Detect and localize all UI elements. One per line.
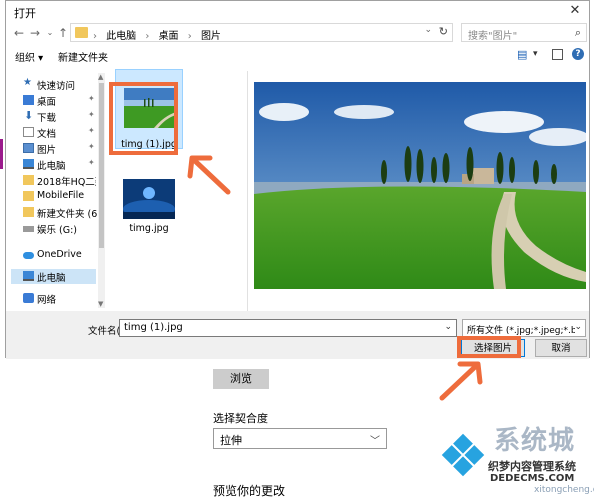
refresh-icon[interactable]: ↻ (439, 25, 448, 38)
sidebar-item-downloads[interactable]: ⬇ 下载 ✦ (11, 109, 96, 124)
breadcrumb-item[interactable]: 桌面 (159, 31, 179, 42)
view-icon[interactable]: ▤ (517, 48, 527, 61)
sidebar-item-onedrive[interactable]: OneDrive (11, 248, 96, 263)
document-icon (23, 127, 34, 137)
dialog-toolbar: 组织 ▾ 新建文件夹 ▤ ▾ ? (6, 46, 589, 66)
watermark-line: DEDECMS.COM (490, 473, 575, 484)
annotation-arrow (439, 361, 483, 401)
sidebar-item-folder[interactable]: 2018年HQ二建 (11, 173, 96, 188)
annotation-arrow (187, 155, 231, 195)
desktop-icon (23, 95, 34, 105)
sidebar-scrollbar[interactable]: ▲ ▼ (98, 73, 105, 308)
pin-icon: ✦ (88, 94, 95, 103)
address-bar[interactable]: › 此电脑 › 桌面 › 图片 ⌄ ↻ (70, 23, 453, 42)
preview-image (254, 82, 586, 289)
preview-pane (250, 74, 588, 310)
recent-chevron-icon[interactable]: ⌄ (43, 25, 57, 41)
onedrive-icon (23, 252, 34, 259)
dialog-titlebar: 打开 ✕ (6, 1, 589, 22)
chevron-down-icon: ⌄ (574, 322, 582, 332)
back-arrow-icon[interactable]: ← (12, 25, 26, 41)
chevron-down-icon[interactable]: ⌄ (444, 322, 452, 332)
filetype-value: 所有文件 (*.jpg;*.jpeg;*.bmp;*. (467, 326, 575, 336)
file-highlight-box (109, 82, 178, 155)
pin-icon: ✦ (88, 110, 95, 119)
scroll-down-icon[interactable]: ▼ (98, 300, 103, 308)
chevron-down-icon[interactable]: ⌄ (424, 25, 432, 35)
navigation-pane: ★ 快速访问 桌面 ✦ ⬇ 下载 ✦ 文档 ✦ 图片 ✦ 此电脑 ✦ 2018年… (11, 73, 104, 308)
fit-label: 选择契合度 (213, 412, 268, 425)
search-placeholder: 搜索"图片" (468, 31, 518, 42)
sidebar-item-this-pc-quick[interactable]: 此电脑 ✦ (11, 157, 96, 172)
folder-icon (23, 175, 34, 185)
fit-dropdown[interactable]: 拉伸 ﹀ (213, 428, 387, 449)
file-item[interactable]: timg.jpg (115, 173, 183, 253)
network-icon (23, 293, 34, 303)
watermark-line: 织梦内容管理系统 (488, 460, 576, 473)
watermark: 系统城 织梦内容管理系统 DEDECMS.COM xitongcheng.com (438, 420, 594, 496)
breadcrumb: › 此电脑 › 桌面 › 图片 (93, 31, 221, 42)
filetype-select[interactable]: 所有文件 (*.jpg;*.jpeg;*.bmp;*. ⌄ (462, 319, 586, 337)
forward-arrow-icon[interactable]: → (28, 25, 42, 41)
computer-icon (23, 271, 34, 281)
sidebar-item-folder[interactable]: MobileFile (11, 189, 96, 204)
filename-value: timg (1).jpg (124, 322, 183, 333)
landscape-preview (254, 82, 586, 289)
folder-icon (23, 207, 34, 217)
open-file-dialog: 打开 ✕ ← → ⌄ ↑ › 此电脑 › 桌面 › 图片 ⌄ ↻ 搜索"图片" … (5, 0, 590, 359)
chevron-down-icon[interactable]: ▾ (533, 49, 538, 59)
sidebar-item-drive[interactable]: 娱乐 (G:) (11, 221, 96, 236)
dialog-title: 打开 (14, 7, 36, 20)
computer-icon (23, 159, 34, 169)
preview-heading: 预览你的更改 (213, 484, 286, 498)
cancel-button[interactable]: 取消 (535, 339, 587, 357)
breadcrumb-item[interactable]: 此电脑 (106, 31, 136, 42)
watermark-line: xitongcheng.com (534, 485, 594, 495)
pictures-icon (23, 143, 34, 153)
image-thumbnail (123, 179, 175, 219)
close-icon[interactable]: ✕ (565, 2, 585, 20)
new-folder-button[interactable]: 新建文件夹 (58, 49, 108, 64)
sidebar-item-desktop[interactable]: 桌面 ✦ (11, 93, 96, 108)
sidebar-item-folder[interactable]: 新建文件夹 (6) (11, 205, 101, 220)
preview-pane-icon[interactable] (552, 49, 563, 60)
star-icon: ★ (23, 77, 32, 88)
watermark-brand: 系统城 (494, 426, 576, 456)
search-icon: ⌕ (574, 26, 581, 39)
folder-icon (23, 191, 34, 201)
organize-button[interactable]: 组织 ▾ (15, 49, 43, 64)
search-box[interactable]: 搜索"图片" ⌕ (461, 23, 587, 42)
drive-icon (23, 226, 34, 232)
sidebar-item-this-pc[interactable]: 此电脑 (11, 269, 96, 284)
scroll-up-icon[interactable]: ▲ (98, 73, 103, 81)
sidebar-item-pictures[interactable]: 图片 ✦ (11, 141, 96, 156)
sky-thumbnail (123, 179, 175, 219)
file-name: timg.jpg (129, 223, 169, 234)
fit-value: 拉伸 (220, 434, 242, 447)
pin-icon: ✦ (88, 126, 95, 135)
help-icon[interactable]: ? (572, 48, 584, 60)
navigation-bar: ← → ⌄ ↑ › 此电脑 › 桌面 › 图片 ⌄ ↻ 搜索"图片" ⌕ (6, 22, 589, 44)
pin-icon: ✦ (88, 142, 95, 151)
download-icon: ⬇ (24, 109, 34, 122)
scrollbar-thumb[interactable] (99, 83, 104, 248)
accent-strip (0, 139, 3, 169)
breadcrumb-item[interactable]: 图片 (201, 31, 221, 42)
pin-icon: ✦ (88, 158, 95, 167)
divider (247, 71, 248, 311)
up-arrow-icon[interactable]: ↑ (56, 25, 70, 41)
sidebar-item-quick-access[interactable]: ★ 快速访问 (11, 77, 96, 92)
button-highlight-box (457, 336, 521, 358)
filename-input[interactable]: timg (1).jpg ⌄ (119, 319, 457, 337)
sidebar-item-network[interactable]: 网络 (11, 291, 96, 306)
browse-button[interactable]: 浏览 (213, 369, 269, 389)
windows-logo-icon (441, 433, 485, 477)
chevron-down-icon: ﹀ (370, 436, 380, 447)
folder-icon (75, 27, 88, 38)
sidebar-item-documents[interactable]: 文档 ✦ (11, 125, 96, 140)
